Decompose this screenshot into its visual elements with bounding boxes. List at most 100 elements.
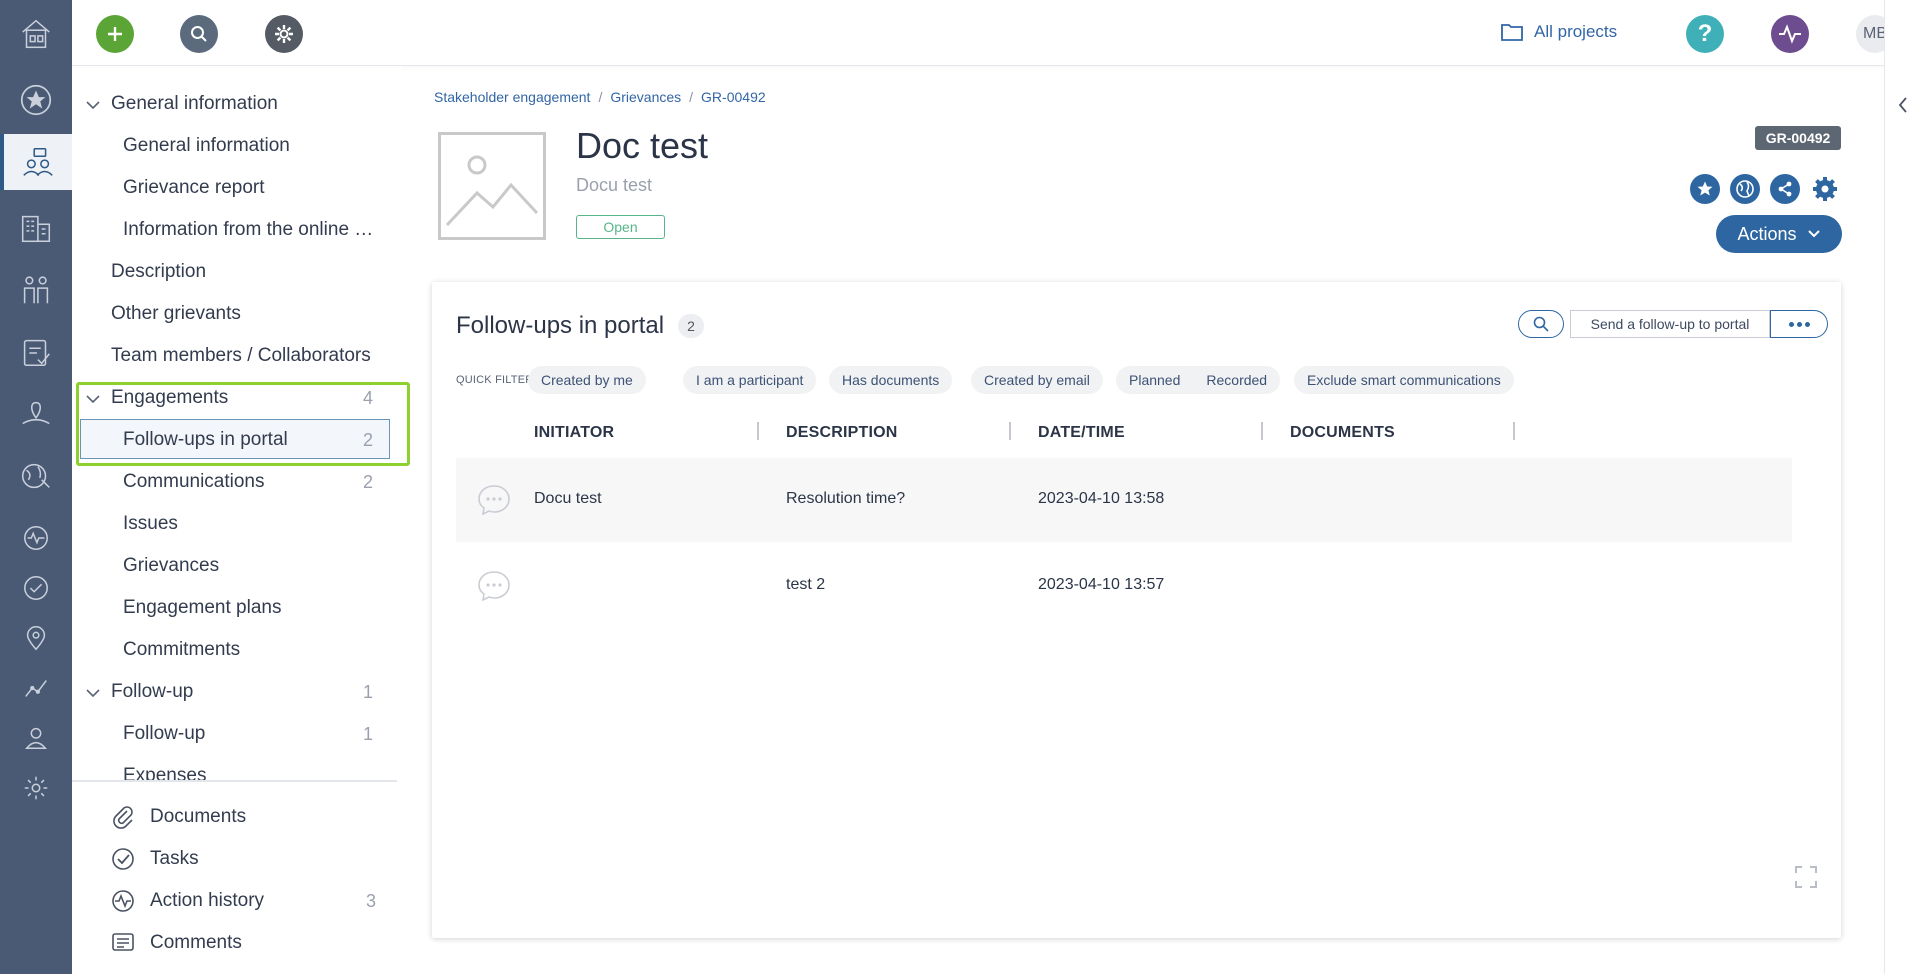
more-options-button[interactable] <box>1770 310 1828 338</box>
nav-item-general-information[interactable]: General information <box>72 125 397 167</box>
pulse-icon <box>1779 24 1801 44</box>
record-navigation-scroll[interactable]: General information General information … <box>72 66 397 780</box>
nav-action-history[interactable]: Action history 3 <box>110 880 390 922</box>
column-resize-handle[interactable] <box>1261 422 1263 440</box>
tasks-icon[interactable] <box>0 560 72 616</box>
right-panel-toggle[interactable] <box>1884 0 1920 974</box>
land-icon[interactable] <box>0 386 72 442</box>
globe-button[interactable] <box>1730 174 1760 204</box>
breadcrumb-link[interactable]: Stakeholder engagement <box>434 89 590 105</box>
plus-icon <box>108 27 122 41</box>
settings-icon[interactable] <box>0 760 72 816</box>
stakeholder-engagement-icon[interactable] <box>0 134 72 190</box>
column-resize-handle[interactable] <box>1009 422 1011 440</box>
nav-section-engagements[interactable]: Engagements 4 <box>72 377 397 419</box>
breadcrumb-link[interactable]: GR-00492 <box>701 89 766 105</box>
add-button[interactable] <box>96 15 134 53</box>
image-placeholder-icon <box>445 155 539 227</box>
status-badge[interactable]: Open <box>576 215 665 239</box>
record-image-placeholder[interactable] <box>438 132 546 240</box>
chevron-left-icon[interactable] <box>1897 96 1909 114</box>
actions-label: Actions <box>1737 223 1797 244</box>
nav-item-follow-up[interactable]: Follow-up 1 <box>72 713 397 755</box>
nav-comments[interactable]: Comments <box>110 922 390 964</box>
chevron-down-icon <box>1807 230 1820 238</box>
chevron-down-icon[interactable] <box>84 684 102 702</box>
nav-item-expenses[interactable]: Expenses <box>72 755 397 780</box>
table-row[interactable]: Docu test Resolution time? 2023-04-10 13… <box>456 458 1792 542</box>
nav-bottom-label: Comments <box>150 932 242 953</box>
nav-item-other-grievants[interactable]: Other grievants <box>72 293 397 335</box>
nav-item-label: Engagement plans <box>123 597 282 618</box>
table-row[interactable]: test 2 2023-04-10 13:57 <box>456 544 1792 628</box>
breadcrumb-link[interactable]: Grievances <box>610 89 681 105</box>
nav-item-grievance-report[interactable]: Grievance report <box>72 167 397 209</box>
activity-icon[interactable] <box>0 510 72 566</box>
nav-item-label: Issues <box>123 513 178 534</box>
quick-filter-created-by-email[interactable]: Created by email <box>971 366 1103 394</box>
quick-filter-participant[interactable]: I am a participant <box>683 366 817 394</box>
nav-count: 2 <box>362 471 373 492</box>
record-settings-button[interactable] <box>1810 174 1840 204</box>
comment-icon <box>112 933 134 951</box>
activity-feed-button[interactable] <box>1771 15 1809 53</box>
top-bar: All projects ? MB <box>72 0 1920 66</box>
nav-section-general-information[interactable]: General information <box>72 83 397 125</box>
column-header-documents[interactable]: DOCUMENTS <box>1290 424 1395 442</box>
nav-item-grievances[interactable]: Grievances <box>72 545 397 587</box>
analytics-icon[interactable] <box>0 660 72 716</box>
location-icon[interactable] <box>0 610 72 666</box>
organizations-icon[interactable] <box>0 200 72 256</box>
column-resize-handle[interactable] <box>757 422 759 440</box>
nav-bottom-label: Tasks <box>150 848 199 869</box>
dot-icon <box>1788 321 1794 327</box>
user-icon[interactable] <box>0 710 72 766</box>
chevron-down-icon[interactable] <box>84 96 102 114</box>
send-follow-up-button[interactable]: Send a follow-up to portal <box>1570 310 1770 338</box>
favorites-icon[interactable] <box>0 72 72 128</box>
settings-button[interactable] <box>265 15 303 53</box>
cell-description: test 2 <box>786 576 826 593</box>
nav-item-description[interactable]: Description <box>72 251 397 293</box>
quick-filter-group-status: Planned Recorded <box>1116 366 1281 394</box>
favorite-button[interactable] <box>1690 174 1720 204</box>
nav-section-follow-up[interactable]: Follow-up 1 <box>72 671 397 713</box>
nav-item-label: Team members / Collaborators <box>111 345 371 366</box>
record-id-badge: GR-00492 <box>1755 126 1841 150</box>
chevron-down-icon[interactable] <box>84 390 102 408</box>
column-header-datetime[interactable]: DATE/TIME <box>1038 424 1125 442</box>
quick-filter-created-by-me[interactable]: Created by me <box>528 366 646 394</box>
nav-item-issues[interactable]: Issues <box>72 503 397 545</box>
nav-documents[interactable]: Documents <box>110 796 390 838</box>
nav-tasks[interactable]: Tasks <box>110 838 390 880</box>
column-resize-handle[interactable] <box>1513 422 1515 440</box>
nav-item-commitments[interactable]: Commitments <box>72 629 397 671</box>
column-header-initiator[interactable]: INITIATOR <box>534 424 614 442</box>
quick-filter-has-documents[interactable]: Has documents <box>829 366 953 394</box>
card-search-button[interactable] <box>1518 310 1564 338</box>
card-count-badge: 2 <box>678 314 704 338</box>
nav-item-follow-ups-in-portal[interactable]: Follow-ups in portal 2 <box>72 419 397 461</box>
quick-filter-recorded[interactable]: Recorded <box>1193 372 1280 388</box>
nav-item-label: Follow-up <box>123 723 206 744</box>
global-search-button[interactable] <box>180 15 218 53</box>
nav-item-engagement-plans[interactable]: Engagement plans <box>72 587 397 629</box>
quick-filter-planned[interactable]: Planned <box>1116 372 1193 388</box>
environment-icon[interactable] <box>0 448 72 504</box>
activity-icon <box>112 890 134 912</box>
all-projects-link[interactable]: All projects <box>1500 22 1617 42</box>
column-header-description[interactable]: DESCRIPTION <box>786 424 898 442</box>
share-button[interactable] <box>1770 174 1800 204</box>
home-icon[interactable] <box>0 6 72 62</box>
nav-item-team-members[interactable]: Team members / Collaborators <box>72 335 397 377</box>
help-button[interactable]: ? <box>1686 15 1724 53</box>
quick-filter-exclude-smart[interactable]: Exclude smart communications <box>1294 366 1514 394</box>
nav-item-label: Expenses <box>123 765 207 780</box>
fullscreen-icon[interactable] <box>1793 864 1819 890</box>
actions-dropdown-button[interactable]: Actions <box>1716 215 1842 253</box>
gear-icon <box>275 25 293 43</box>
nav-item-online-information[interactable]: Information from the online … <box>72 209 397 251</box>
nav-item-communications[interactable]: Communications 2 <box>72 461 397 503</box>
people-icon[interactable] <box>0 262 72 318</box>
grievances-icon[interactable] <box>0 324 72 380</box>
